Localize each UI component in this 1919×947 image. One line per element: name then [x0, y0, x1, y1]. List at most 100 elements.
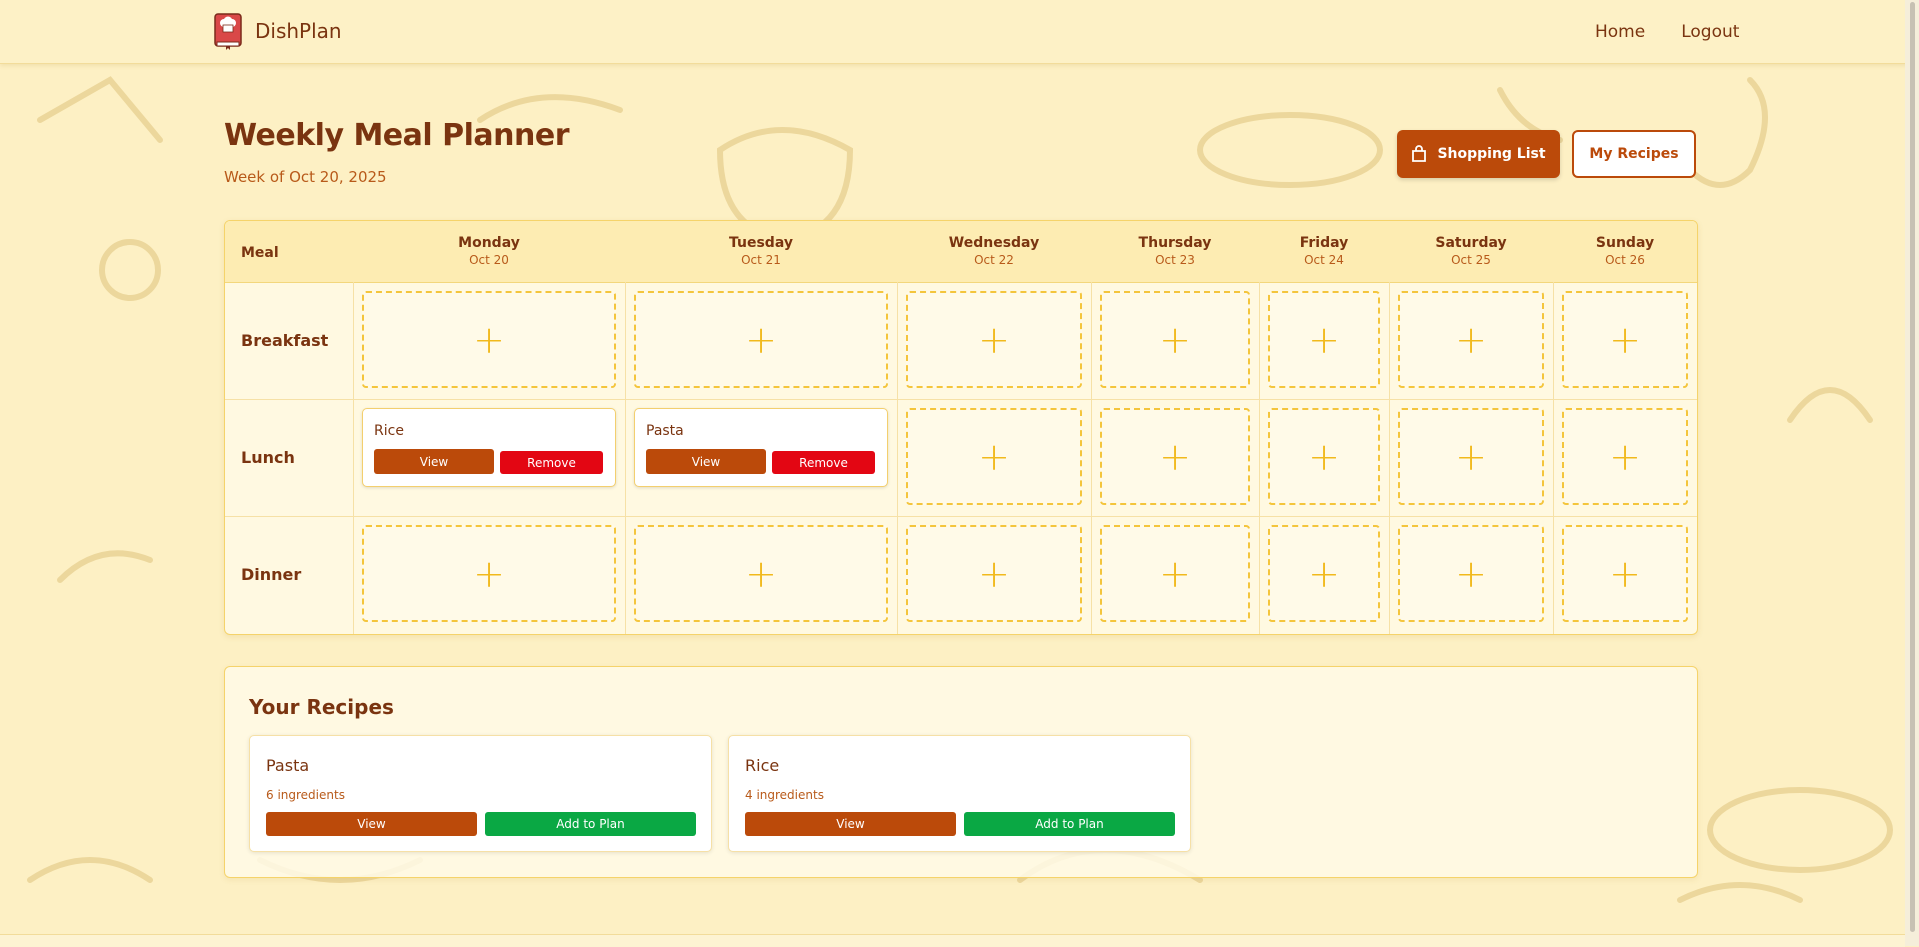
day-name: Thursday: [1138, 235, 1212, 251]
add-slot-dinner-monday[interactable]: +: [362, 525, 616, 622]
row-label-lunch: Lunch: [241, 448, 295, 467]
day-name: Tuesday: [729, 235, 793, 251]
day-header-wednesday: Wednesday Oct 22: [897, 235, 1091, 267]
week-subtitle: Week of Oct 20, 2025: [224, 168, 387, 186]
add-slot-dinner-sunday[interactable]: +: [1562, 525, 1688, 622]
add-slot-dinner-tuesday[interactable]: +: [634, 525, 888, 622]
view-meal-button[interactable]: View: [374, 449, 494, 474]
column-divider: [353, 282, 354, 634]
recipe-ingredient-count: 4 ingredients: [745, 788, 824, 802]
add-to-plan-button[interactable]: Add to Plan: [964, 812, 1175, 836]
column-divider: [625, 282, 626, 634]
plus-icon: +: [1308, 551, 1340, 596]
column-divider: [1389, 282, 1390, 634]
view-recipe-button[interactable]: View: [745, 812, 956, 836]
shopping-list-label: Shopping List: [1437, 146, 1546, 162]
day-name: Wednesday: [948, 235, 1040, 251]
add-slot-breakfast-tuesday[interactable]: +: [634, 291, 888, 388]
brand-name: DishPlan: [255, 19, 342, 43]
row-label-dinner: Dinner: [241, 565, 302, 584]
plus-icon: +: [1455, 434, 1487, 479]
meal-card-lunch-monday: Rice View Remove: [362, 408, 616, 487]
add-slot-breakfast-friday[interactable]: +: [1268, 291, 1380, 388]
add-slot-breakfast-monday[interactable]: +: [362, 291, 616, 388]
add-slot-dinner-wednesday[interactable]: +: [906, 525, 1082, 622]
view-recipe-button[interactable]: View: [266, 812, 477, 836]
recipe-ingredient-count: 6 ingredients: [266, 788, 345, 802]
add-slot-lunch-thursday[interactable]: +: [1100, 408, 1250, 505]
row-divider: [225, 516, 1697, 517]
add-slot-lunch-friday[interactable]: +: [1268, 408, 1380, 505]
day-name: Friday: [1299, 235, 1349, 251]
day-header-sunday: Sunday Oct 26: [1553, 235, 1697, 267]
nav-links: Home Logout: [1595, 22, 1739, 42]
day-header-thursday: Thursday Oct 23: [1091, 235, 1259, 267]
footer-strip: [0, 934, 1905, 947]
recipe-card-rice: Rice 4 ingredients View Add to Plan: [728, 735, 1191, 852]
vertical-scrollbar-thumb[interactable]: [1910, 2, 1915, 932]
plus-icon: +: [1159, 551, 1191, 596]
day-date: Oct 20: [469, 253, 509, 267]
column-divider: [1553, 282, 1554, 634]
add-slot-lunch-saturday[interactable]: +: [1398, 408, 1544, 505]
plus-icon: +: [1455, 317, 1487, 362]
add-slot-dinner-thursday[interactable]: +: [1100, 525, 1250, 622]
row-label-breakfast: Breakfast: [241, 331, 329, 350]
day-header-monday: Monday Oct 20: [353, 235, 625, 267]
chef-cookbook-logo-icon: [214, 13, 242, 50]
my-recipes-button[interactable]: My Recipes: [1572, 130, 1696, 178]
plus-icon: +: [1308, 434, 1340, 479]
add-slot-breakfast-wednesday[interactable]: +: [906, 291, 1082, 388]
plus-icon: +: [978, 551, 1010, 596]
add-slot-lunch-wednesday[interactable]: +: [906, 408, 1082, 505]
meal-title: Pasta: [646, 423, 684, 439]
meal-planner-grid: Meal Monday Oct 20 Tuesday Oct 21 Wednes…: [224, 220, 1698, 635]
column-divider: [1091, 282, 1092, 634]
plus-icon: +: [1609, 317, 1641, 362]
day-date: Oct 22: [974, 253, 1014, 267]
recipes-section-title: Your Recipes: [249, 695, 394, 719]
remove-meal-button[interactable]: Remove: [500, 451, 603, 474]
meal-column-header: Meal: [241, 245, 279, 261]
recipe-name: Rice: [745, 756, 780, 775]
day-header-friday: Friday Oct 24: [1259, 235, 1389, 267]
add-slot-breakfast-saturday[interactable]: +: [1398, 291, 1544, 388]
nav-logout-link[interactable]: Logout: [1681, 22, 1739, 42]
plus-icon: +: [1609, 551, 1641, 596]
day-date: Oct 23: [1155, 253, 1195, 267]
add-slot-breakfast-thursday[interactable]: +: [1100, 291, 1250, 388]
day-name: Sunday: [1595, 235, 1655, 251]
column-divider: [897, 282, 898, 634]
plus-icon: +: [1455, 551, 1487, 596]
day-name: Monday: [458, 235, 520, 251]
day-date: Oct 26: [1605, 253, 1645, 267]
day-name: Saturday: [1435, 235, 1507, 251]
add-slot-dinner-friday[interactable]: +: [1268, 525, 1380, 622]
plus-icon: +: [473, 317, 505, 362]
day-date: Oct 25: [1451, 253, 1491, 267]
plus-icon: +: [473, 551, 505, 596]
your-recipes-panel: Your Recipes Pasta 6 ingredients View Ad…: [224, 666, 1698, 878]
add-slot-dinner-saturday[interactable]: +: [1398, 525, 1544, 622]
recipe-card-pasta: Pasta 6 ingredients View Add to Plan: [249, 735, 712, 852]
plus-icon: +: [978, 434, 1010, 479]
plus-icon: +: [1609, 434, 1641, 479]
my-recipes-label: My Recipes: [1589, 146, 1679, 162]
top-navbar: DishPlan Home Logout: [0, 0, 1919, 64]
day-date: Oct 24: [1304, 253, 1344, 267]
shopping-list-button[interactable]: Shopping List: [1397, 130, 1560, 178]
brand[interactable]: DishPlan: [213, 12, 342, 50]
remove-meal-button[interactable]: Remove: [772, 451, 875, 474]
plus-icon: +: [978, 317, 1010, 362]
column-divider: [1259, 282, 1260, 634]
view-meal-button[interactable]: View: [646, 449, 766, 474]
day-header-saturday: Saturday Oct 25: [1389, 235, 1553, 267]
row-divider: [225, 399, 1697, 400]
add-slot-breakfast-sunday[interactable]: +: [1562, 291, 1688, 388]
day-date: Oct 21: [741, 253, 781, 267]
add-slot-lunch-sunday[interactable]: +: [1562, 408, 1688, 505]
nav-home-link[interactable]: Home: [1595, 22, 1645, 42]
add-to-plan-button[interactable]: Add to Plan: [485, 812, 696, 836]
plus-icon: +: [745, 317, 777, 362]
recipe-name: Pasta: [266, 756, 310, 775]
